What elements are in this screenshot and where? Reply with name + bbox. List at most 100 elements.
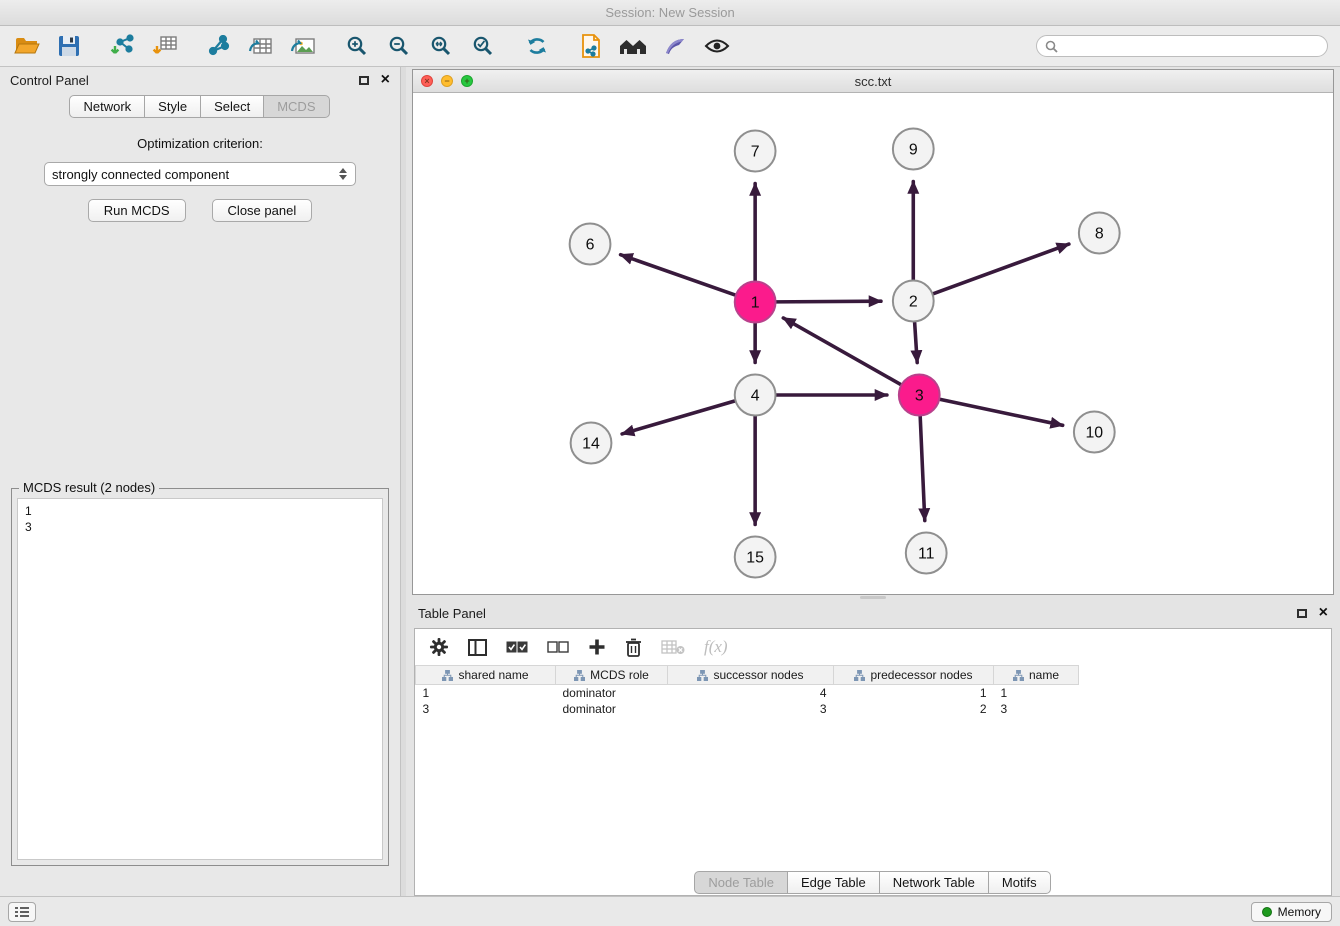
graph-edge-1-6[interactable] bbox=[621, 255, 735, 295]
share-network-button[interactable] bbox=[204, 31, 234, 61]
zoom-fit-button[interactable] bbox=[426, 31, 456, 61]
first-neighbors-button[interactable] bbox=[618, 31, 648, 61]
graph-node-14[interactable]: 14 bbox=[571, 423, 612, 464]
table-cell[interactable]: 1 bbox=[834, 685, 994, 701]
graph-node-1[interactable]: 1 bbox=[735, 282, 776, 323]
save-session-button[interactable] bbox=[54, 31, 84, 61]
zoom-in-icon bbox=[346, 35, 368, 57]
memory-button[interactable]: Memory bbox=[1251, 902, 1332, 922]
delete-row-button[interactable] bbox=[625, 634, 642, 660]
search-input[interactable] bbox=[1063, 39, 1319, 53]
column-header-shared-name[interactable]: shared name bbox=[416, 666, 556, 685]
export-image-button[interactable] bbox=[288, 31, 318, 61]
table-tab-motifs[interactable]: Motifs bbox=[988, 871, 1051, 894]
import-table-button[interactable] bbox=[150, 31, 180, 61]
column-visibility-button[interactable] bbox=[468, 634, 487, 660]
graph-edge-3-1[interactable] bbox=[783, 318, 900, 384]
graph-edge-1-2[interactable] bbox=[777, 301, 881, 302]
mcds-result-line: 3 bbox=[25, 519, 375, 535]
table-cell[interactable]: 1 bbox=[416, 685, 556, 701]
main-toolbar bbox=[0, 26, 1340, 67]
table-cell[interactable]: dominator bbox=[556, 701, 668, 717]
network-graph[interactable]: 7 9 6 8 1 2 4 3 14 10 15 11 bbox=[413, 93, 1333, 594]
column-header-predecessor-nodes[interactable]: predecessor nodes bbox=[834, 666, 994, 685]
tab-select[interactable]: Select bbox=[200, 95, 264, 118]
table-tab-edge-table[interactable]: Edge Table bbox=[787, 871, 880, 894]
table-row[interactable]: 3dominator323 bbox=[416, 701, 1079, 717]
graph-node-4[interactable]: 4 bbox=[735, 375, 776, 416]
run-mcds-button[interactable]: Run MCDS bbox=[88, 199, 186, 222]
graph-node-10[interactable]: 10 bbox=[1074, 412, 1115, 453]
tab-mcds[interactable]: MCDS bbox=[263, 95, 329, 118]
graph-edge-4-14[interactable] bbox=[622, 401, 735, 434]
import-network-button[interactable] bbox=[108, 31, 138, 61]
graph-node-7[interactable]: 7 bbox=[735, 131, 776, 172]
table-tab-network-table[interactable]: Network Table bbox=[879, 871, 989, 894]
window-titlebar[interactable]: Session: New Session bbox=[0, 0, 1340, 26]
network-window-titlebar[interactable]: scc.txt × − + bbox=[413, 70, 1333, 93]
column-header-successor-nodes[interactable]: successor nodes bbox=[668, 666, 834, 685]
close-panel-button-2[interactable]: Close panel bbox=[212, 199, 313, 222]
graph-node-6[interactable]: 6 bbox=[570, 224, 611, 265]
optimization-criterion-select[interactable]: strongly connected component bbox=[44, 162, 356, 186]
graph-node-15[interactable]: 15 bbox=[735, 537, 776, 578]
table-cell[interactable]: 1 bbox=[994, 685, 1079, 701]
graph-edge-2-8[interactable] bbox=[933, 244, 1069, 294]
zoom-in-button[interactable] bbox=[342, 31, 372, 61]
paint-style-button[interactable] bbox=[660, 31, 690, 61]
table-cell[interactable]: 3 bbox=[416, 701, 556, 717]
table-cell[interactable]: 4 bbox=[668, 685, 834, 701]
table-settings-button[interactable] bbox=[429, 634, 449, 660]
graph-node-2[interactable]: 2 bbox=[893, 281, 934, 322]
svg-text:2: 2 bbox=[909, 293, 918, 310]
zoom-out-button[interactable] bbox=[384, 31, 414, 61]
refresh-layout-button[interactable] bbox=[522, 31, 552, 61]
search-box[interactable] bbox=[1036, 35, 1328, 57]
close-table-panel-button[interactable]: × bbox=[1319, 606, 1328, 620]
float-panel-button[interactable] bbox=[359, 76, 369, 85]
share-network-icon bbox=[207, 35, 231, 57]
graph-node-11[interactable]: 11 bbox=[906, 533, 947, 574]
task-history-button[interactable] bbox=[8, 902, 36, 922]
zoom-selected-button[interactable] bbox=[468, 31, 498, 61]
control-panel-tabs: NetworkStyleSelectMCDS bbox=[0, 93, 400, 122]
select-all-button[interactable] bbox=[506, 634, 528, 660]
mcds-result-list[interactable]: 13 bbox=[17, 498, 383, 860]
zoom-fit-icon bbox=[430, 35, 452, 57]
add-row-button[interactable] bbox=[588, 634, 606, 660]
export-table-button[interactable] bbox=[246, 31, 276, 61]
float-table-panel-button[interactable] bbox=[1297, 609, 1307, 618]
show-hide-button[interactable] bbox=[702, 31, 732, 61]
select-all-icon bbox=[506, 641, 528, 653]
hierarchy-icon bbox=[1013, 670, 1024, 681]
table-tab-node-table[interactable]: Node Table bbox=[694, 871, 788, 894]
delete-table-button[interactable] bbox=[661, 634, 685, 660]
table-cell[interactable]: 3 bbox=[668, 701, 834, 717]
deselect-all-button[interactable] bbox=[547, 634, 569, 660]
table-row[interactable]: 1dominator411 bbox=[416, 685, 1079, 701]
function-builder-button[interactable]: f(x) bbox=[704, 634, 728, 660]
node-table[interactable]: shared nameMCDS rolesuccessor nodesprede… bbox=[415, 665, 1331, 865]
network-canvas[interactable]: 7 9 6 8 1 2 4 3 14 10 15 11 bbox=[413, 93, 1333, 594]
table-cell[interactable]: 2 bbox=[834, 701, 994, 717]
svg-text:8: 8 bbox=[1095, 225, 1104, 242]
tab-network[interactable]: Network bbox=[69, 95, 145, 118]
close-panel-button[interactable]: × bbox=[381, 73, 390, 87]
close-window-button[interactable]: × bbox=[421, 75, 433, 87]
svg-text:6: 6 bbox=[586, 236, 595, 253]
graph-edge-2-3[interactable] bbox=[915, 322, 918, 362]
graph-edge-3-10[interactable] bbox=[940, 399, 1062, 425]
graph-edge-3-11[interactable] bbox=[920, 416, 925, 520]
graph-node-8[interactable]: 8 bbox=[1079, 213, 1120, 254]
copy-network-style-button[interactable] bbox=[576, 31, 606, 61]
graph-node-3[interactable]: 3 bbox=[899, 375, 940, 416]
zoom-window-button[interactable]: + bbox=[461, 75, 473, 87]
column-header-mcds-role[interactable]: MCDS role bbox=[556, 666, 668, 685]
tab-style[interactable]: Style bbox=[144, 95, 201, 118]
column-header-name[interactable]: name bbox=[994, 666, 1079, 685]
open-folder-button[interactable] bbox=[12, 31, 42, 61]
minimize-window-button[interactable]: − bbox=[441, 75, 453, 87]
table-cell[interactable]: 3 bbox=[994, 701, 1079, 717]
graph-node-9[interactable]: 9 bbox=[893, 129, 934, 170]
table-cell[interactable]: dominator bbox=[556, 685, 668, 701]
